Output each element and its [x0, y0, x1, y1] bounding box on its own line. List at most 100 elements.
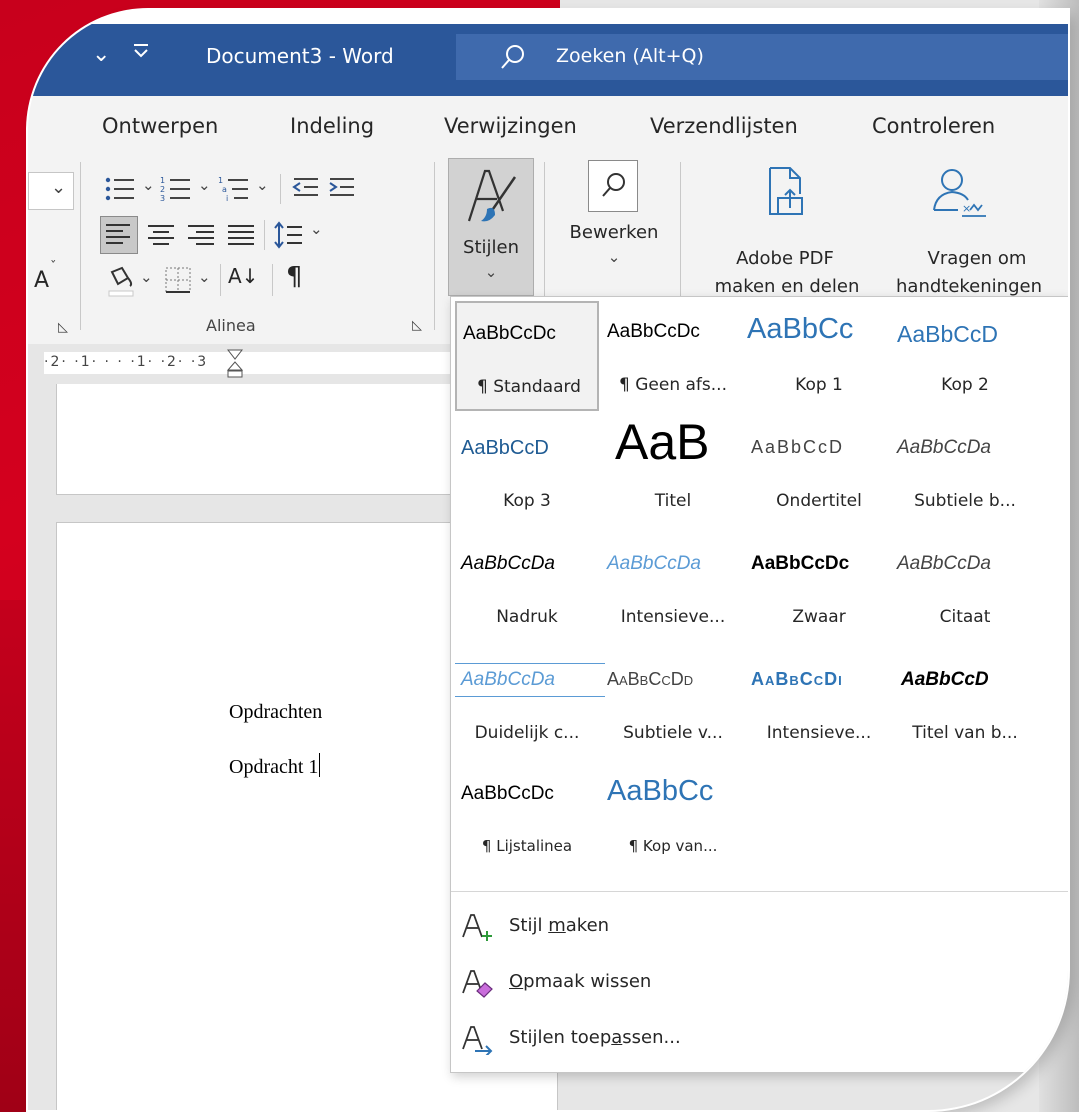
create-style-icon: [462, 914, 492, 941]
indent-marker-icon[interactable]: [226, 348, 244, 378]
adobe-pdf-icon[interactable]: [760, 164, 810, 220]
increase-indent-icon[interactable]: [326, 174, 356, 204]
style-kop-1[interactable]: AaBbCc Kop 1: [747, 301, 891, 411]
style-name: Kop 1: [795, 375, 843, 395]
style-preview: AaBbCcDa: [455, 663, 605, 697]
style-preview: AaBbCcDc: [751, 553, 850, 574]
numbered-list-icon[interactable]: 1 2 3: [160, 174, 194, 204]
sort-icon[interactable]: A↓: [228, 264, 258, 288]
bewerken-label[interactable]: Bewerken: [556, 222, 672, 243]
chevron-down-icon[interactable]: ⌄: [140, 268, 153, 286]
align-center-icon[interactable]: [144, 218, 178, 252]
bewerken-button[interactable]: [588, 160, 638, 212]
style-name: Intensieve...: [766, 723, 872, 743]
shading-icon[interactable]: [106, 264, 136, 298]
styles-icon: [467, 169, 517, 222]
style-lijstalinea[interactable]: AaBbCcDc ¶ Lijstalinea: [455, 763, 599, 873]
adobe-pdf-label-2[interactable]: maken en delen: [692, 276, 882, 297]
doc-line-opdracht-1[interactable]: Opdracht 1: [229, 753, 321, 779]
style-kop-van-inhoudsopgave[interactable]: AaBbCc ¶ Kop van...: [601, 763, 745, 873]
style-preview: AaBbCcD: [461, 437, 549, 459]
dialog-launcher-icon[interactable]: ◺: [58, 320, 68, 335]
vragen-label-1[interactable]: Vragen om: [882, 248, 1068, 269]
document-title: Document3 - Word: [206, 44, 394, 68]
pilcrow-icon[interactable]: ¶: [286, 262, 303, 292]
font-size-dropdown[interactable]: ⌄: [28, 172, 74, 210]
search-icon: [501, 45, 524, 69]
style-duidelijk-citaat[interactable]: AaBbCcDa Duidelijk c...: [455, 649, 605, 759]
clear-formatting-text: pmaak wissen: [523, 971, 652, 992]
tab-verzendlijsten[interactable]: Verzendlijsten: [650, 114, 798, 138]
ribbon-tabs: Ontwerpen Indeling Verwijzingen Verzendl…: [28, 96, 1068, 152]
style-name: Duidelijk c...: [474, 723, 580, 743]
line-spacing-icon[interactable]: [272, 218, 306, 252]
signature-request-icon[interactable]: ×: [928, 166, 988, 222]
style-kop-2[interactable]: AaBbCcD Kop 2: [893, 301, 1037, 411]
style-citaat[interactable]: AaBbCcDa Citaat: [893, 533, 1037, 643]
chevron-down-icon[interactable]: ⌄: [310, 220, 323, 238]
style-preview: AaBbCcDa: [897, 553, 991, 574]
tab-controleren[interactable]: Controleren: [872, 114, 995, 138]
style-zwaar[interactable]: AaBbCcDc Zwaar: [747, 533, 891, 643]
vragen-label-2[interactable]: handtekeningen: [874, 276, 1064, 297]
stijlen-button[interactable]: Stijlen ⌄: [448, 158, 534, 296]
create-style-item[interactable]: Stijl maken: [461, 907, 861, 947]
style-name: Subtiele b...: [914, 491, 1016, 511]
style-preview: AaBbCcD: [901, 669, 989, 690]
style-subtiele-verwijzing[interactable]: AaBbCcDd Subtiele v...: [601, 649, 745, 759]
apply-styles-icon: [462, 1026, 493, 1055]
style-preview: AaBbCc: [747, 313, 854, 345]
clear-formatting-item[interactable]: Opmaak wissen: [461, 963, 861, 1003]
adobe-pdf-label-1[interactable]: Adobe PDF: [690, 248, 880, 269]
apply-styles-text-a: Stijlen toep: [509, 1027, 612, 1048]
word-window: ⌄ Document3 - Word Zoeken (Alt+Q) Ontwer…: [28, 10, 1068, 1110]
apply-styles-item[interactable]: Stijlen toepassen...: [461, 1019, 861, 1059]
style-preview: AaBbCcDa: [607, 553, 701, 574]
style-subtiele-benadrukking[interactable]: AaBbCcDa Subtiele b...: [893, 417, 1037, 527]
svg-text:1: 1: [160, 176, 165, 185]
dialog-launcher-icon[interactable]: ◺: [412, 318, 422, 333]
apply-styles-label: Stijlen toepassen...: [509, 1027, 681, 1048]
align-right-icon[interactable]: [184, 218, 218, 252]
font-size-glyph[interactable]: A: [34, 268, 49, 293]
tab-indeling[interactable]: Indeling: [290, 114, 374, 138]
style-ondertitel[interactable]: AaBbCcD Ondertitel: [747, 417, 891, 527]
doc-line-opdrachten[interactable]: Opdrachten: [229, 701, 322, 724]
style-intensieve-nadruk[interactable]: AaBbCcDa Intensieve...: [601, 533, 745, 643]
customize-qat-icon[interactable]: [132, 40, 150, 68]
separator: [220, 264, 221, 296]
chevron-down-icon[interactable]: ⌄: [198, 176, 211, 194]
style-kop-3[interactable]: AaBbCcD Kop 3: [455, 417, 599, 527]
align-left-button[interactable]: [100, 216, 138, 254]
borders-icon[interactable]: [162, 264, 194, 296]
horizontal-ruler[interactable]: ·2· ·1· · · ·1· ·2· ·3: [44, 349, 454, 378]
chevron-down-icon[interactable]: ⌄: [198, 268, 211, 286]
caret-up-icon: ˇ: [50, 260, 57, 275]
tab-verwijzingen[interactable]: Verwijzingen: [444, 114, 577, 138]
style-titel[interactable]: AaB Titel: [601, 414, 745, 527]
decrease-indent-icon[interactable]: [290, 174, 320, 204]
style-name: Kop 3: [503, 491, 551, 511]
chevron-down-icon[interactable]: ⌄: [92, 42, 110, 67]
style-standaard[interactable]: AaBbCcDc ¶ Standaard: [455, 301, 599, 411]
style-preview: AaBbCcDa: [461, 553, 555, 574]
search-box[interactable]: Zoeken (Alt+Q): [456, 34, 1068, 80]
style-name: Nadruk: [496, 607, 558, 627]
style-intensieve-verwijzing[interactable]: AaBbCcDi Intensieve...: [747, 649, 891, 759]
style-name: Ondertitel: [776, 491, 862, 511]
style-preview: AaB: [615, 414, 710, 470]
style-geen-afstand[interactable]: AaBbCcDc ¶ Geen afs...: [601, 301, 745, 411]
chevron-down-icon[interactable]: ⌄: [142, 176, 155, 194]
justify-icon[interactable]: [224, 218, 258, 252]
style-name: Intensieve...: [620, 607, 726, 627]
chevron-down-icon[interactable]: ⌄: [556, 248, 672, 266]
bullet-list-icon[interactable]: [104, 174, 138, 204]
create-style-label: Stijl maken: [509, 915, 609, 936]
search-input[interactable]: Zoeken (Alt+Q): [556, 45, 704, 67]
chevron-down-icon[interactable]: ⌄: [256, 176, 269, 194]
tab-ontwerpen[interactable]: Ontwerpen: [102, 114, 218, 138]
style-titel-van-boek[interactable]: AaBbCcD Titel van b...: [893, 649, 1037, 759]
style-preview: AaBbCcDd: [607, 669, 694, 689]
multilevel-list-icon[interactable]: 1 a i: [218, 174, 252, 204]
style-nadruk[interactable]: AaBbCcDa Nadruk: [455, 533, 599, 643]
